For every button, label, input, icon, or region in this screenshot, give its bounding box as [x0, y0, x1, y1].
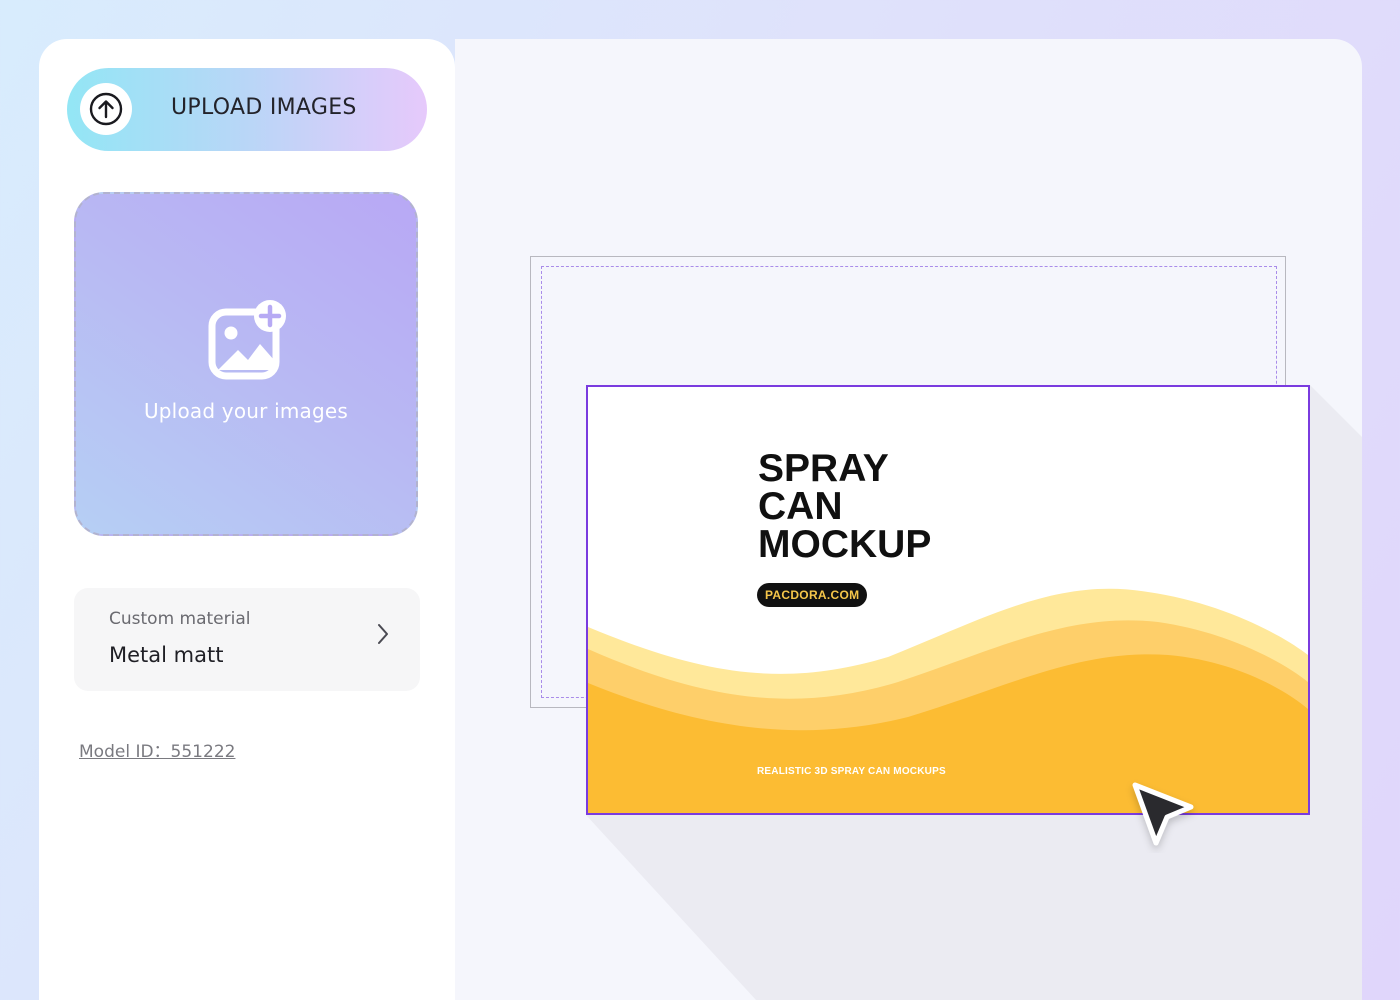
custom-material-selector[interactable]: Custom material Metal matt	[74, 588, 420, 691]
image-add-icon	[208, 300, 286, 380]
arrow-up-circle-icon	[89, 92, 123, 126]
dropzone-label: Upload your images	[143, 399, 349, 423]
artboard-title-line: CAN	[758, 485, 843, 528]
upload-images-label: UPLOAD IMAGES	[171, 95, 357, 120]
image-dropzone[interactable]: Upload your images	[74, 192, 418, 536]
chevron-right-icon	[378, 624, 388, 644]
cursor-arrow-icon	[1132, 782, 1194, 846]
artboard-title: SPRAY CAN MOCKUP	[758, 447, 932, 566]
material-label: Custom material	[109, 609, 251, 629]
artboard-tagline: REALISTIC 3D SPRAY CAN MOCKUPS	[757, 766, 946, 777]
model-id-link[interactable]: Model ID：551222	[79, 737, 235, 762]
material-value: Metal matt	[109, 643, 224, 667]
brand-badge: PACDORA.COM	[757, 583, 868, 607]
artboard-title-line: MOCKUP	[758, 523, 932, 566]
sidebar: UPLOAD IMAGES Upload your images Custom …	[39, 39, 455, 1000]
upload-images-button[interactable]: UPLOAD IMAGES	[67, 68, 427, 151]
editor-canvas[interactable]: SPRAY CAN MOCKUP PACDORA.COM REALISTIC 3…	[455, 39, 1362, 1000]
upload-icon-circle	[80, 83, 132, 135]
design-artboard[interactable]: SPRAY CAN MOCKUP PACDORA.COM REALISTIC 3…	[586, 385, 1310, 815]
wave-graphic	[588, 588, 1308, 813]
artboard-title-line: SPRAY	[758, 447, 889, 490]
